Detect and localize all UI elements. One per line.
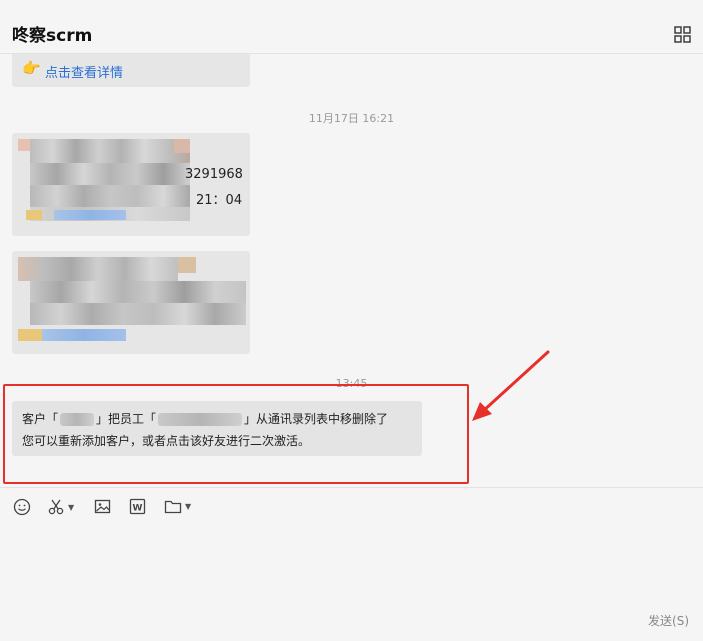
chevron-down-icon[interactable]: ▼ <box>185 502 191 511</box>
emoji-button[interactable] <box>13 498 31 516</box>
system-notice-line-2: 您可以重新添加客户，或者点击该好友进行二次激活。 <box>22 434 311 448</box>
chevron-down-icon[interactable]: ▼ <box>68 503 74 512</box>
notice-text: 」把员工「 <box>96 412 157 426</box>
image-icon <box>94 499 111 514</box>
chat-title: 咚察scrm <box>12 26 93 46</box>
word-doc-icon: W <box>129 498 146 515</box>
mosaic-block <box>42 329 126 341</box>
mosaic-block <box>18 329 42 341</box>
scissors-icon <box>48 499 64 515</box>
send-button[interactable]: 发送(S) <box>648 612 689 629</box>
folder-button[interactable]: ▼ <box>164 498 191 515</box>
system-notice-line-1: 客户「 」把员工「 」从通讯录列表中移删除了 <box>22 410 388 427</box>
mosaic-block <box>30 281 246 303</box>
composer-toolbar: ▼ W ▼ <box>0 487 703 525</box>
mosaic-block <box>30 185 190 207</box>
message-timestamp: 13:45 <box>335 377 368 390</box>
word-doc-button[interactable]: W <box>129 498 146 515</box>
svg-text:W: W <box>133 503 143 513</box>
card-visible-time: 21：04 <box>196 193 243 208</box>
mosaic-block <box>54 210 126 220</box>
message-bubble-card[interactable] <box>12 251 250 354</box>
pointing-hand-icon: 👉 <box>22 59 41 77</box>
view-details-link[interactable]: 点击查看详情 <box>45 62 123 81</box>
mosaic-block <box>178 257 196 273</box>
chat-message-list[interactable]: 👉 点击查看详情 11月17日 16:21 3291968 21：04 13:4… <box>0 54 703 487</box>
chat-header: 咚察scrm <box>0 0 703 54</box>
notice-text: 」从通讯录列表中移删除了 <box>244 412 389 426</box>
card-visible-number: 3291968 <box>185 167 243 182</box>
annotation-arrow-icon <box>472 350 550 421</box>
mosaic-block <box>18 257 178 281</box>
mosaic-block <box>30 139 190 163</box>
grid-menu-icon[interactable] <box>674 26 691 43</box>
message-timestamp: 11月17日 16:21 <box>308 112 395 125</box>
redacted-employee-name <box>158 413 243 426</box>
message-bubble-link: 👉 点击查看详情 <box>12 54 250 87</box>
message-input-area[interactable]: 发送(S) <box>0 525 703 641</box>
mosaic-block <box>26 210 42 220</box>
mosaic-block <box>30 163 190 185</box>
mosaic-block <box>174 139 190 153</box>
notice-text: 客户「 <box>22 412 59 426</box>
message-bubble-card[interactable]: 3291968 21：04 <box>12 133 250 236</box>
screenshot-button[interactable]: ▼ <box>47 498 74 516</box>
folder-icon <box>164 500 182 514</box>
system-notice-bubble: 客户「 」把员工「 」从通讯录列表中移删除了 您可以重新添加客户，或者点击该好友进行… <box>12 401 422 456</box>
mosaic-block <box>18 139 30 151</box>
mosaic-block <box>30 303 246 325</box>
image-button[interactable] <box>94 498 111 515</box>
emoji-icon <box>13 498 31 516</box>
redacted-customer-name <box>60 413 95 426</box>
